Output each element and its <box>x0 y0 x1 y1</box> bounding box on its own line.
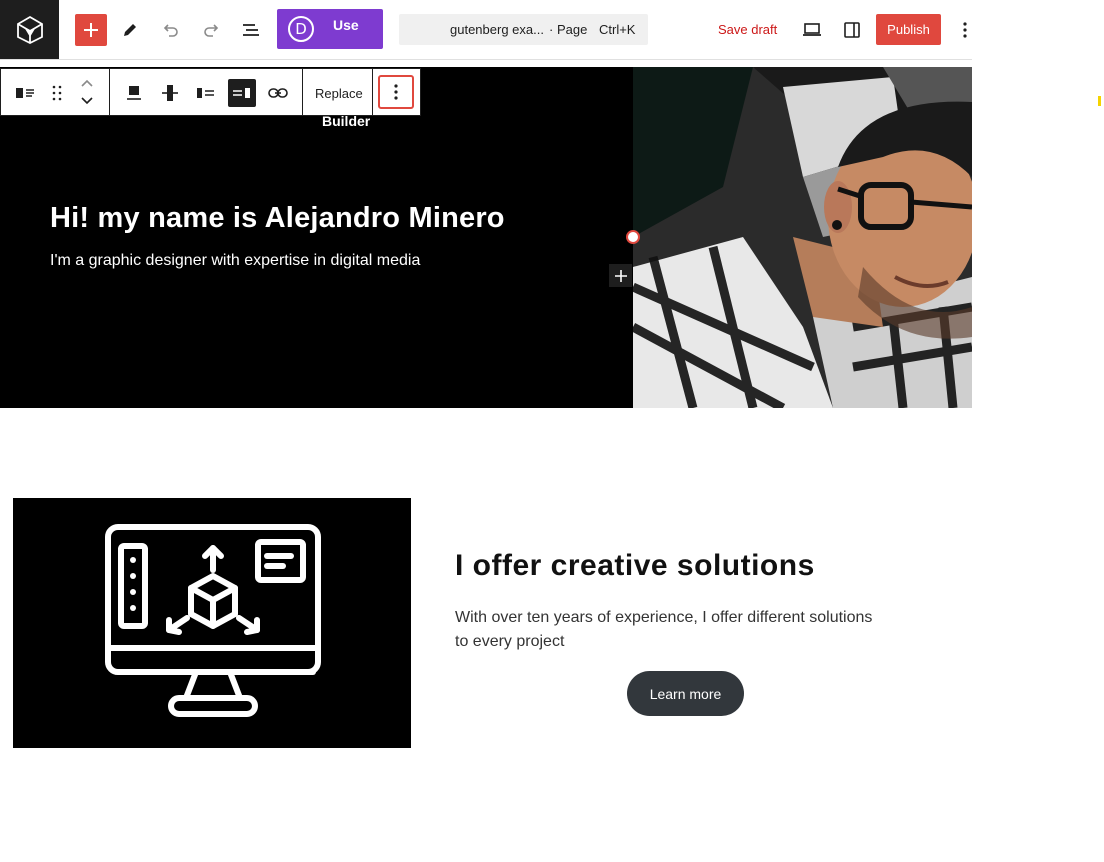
chevron-up-icon <box>81 79 93 87</box>
block-inserter-button[interactable] <box>609 264 632 287</box>
plus-icon <box>614 269 627 282</box>
divi-button-label: Use <box>333 17 359 33</box>
link-icon <box>268 88 288 98</box>
link-button[interactable] <box>264 79 292 107</box>
laptop-icon <box>803 23 821 36</box>
site-logo-button[interactable] <box>0 0 59 59</box>
block-inserter-toggle[interactable] <box>75 14 107 46</box>
document-type: · Page <box>549 22 588 37</box>
editor-app: Hi! my name is Alejandro Minero I'm a gr… <box>0 0 1104 862</box>
pencil-icon <box>124 24 136 36</box>
feature-image[interactable] <box>13 498 411 748</box>
block-toolbar-group-block <box>1 69 110 115</box>
publish-button[interactable]: Publish <box>876 14 941 45</box>
feature-text[interactable]: With over ten years of experience, I off… <box>455 606 875 654</box>
align-center-button[interactable] <box>156 79 184 107</box>
hero-title[interactable]: Hi! my name is Alejandro Minero <box>50 202 505 235</box>
preview-button[interactable] <box>796 14 828 46</box>
more-vertical-icon <box>394 84 398 100</box>
settings-sidebar-toggle[interactable] <box>836 14 868 46</box>
learn-more-button[interactable]: Learn more <box>627 671 744 716</box>
media-text-block-button[interactable] <box>11 79 39 107</box>
command-palette-button[interactable]: gutenberg exa... · Page Ctrl+K <box>399 14 648 45</box>
more-vertical-icon <box>963 22 967 38</box>
drag-handle-icon <box>52 85 62 101</box>
save-draft-button[interactable]: Save draft <box>718 22 777 37</box>
undo-icon <box>163 24 178 37</box>
replace-button-label[interactable]: Replace <box>315 86 363 101</box>
align-top-button[interactable] <box>120 79 148 107</box>
divi-logo-icon: D <box>288 16 314 42</box>
undo-button[interactable] <box>155 14 187 46</box>
hero-media-text-block[interactable]: Hi! my name is Alejandro Minero I'm a gr… <box>0 67 972 408</box>
chevron-down-icon <box>81 97 93 105</box>
divi-builder-button[interactable]: D Use <box>277 9 383 49</box>
pull-left-icon <box>197 88 214 98</box>
monitor-3d-icon <box>105 524 321 717</box>
editor-header: D Use gutenberg exa... · Page Ctrl+K Sav… <box>0 0 972 60</box>
media-text-icon <box>16 88 34 98</box>
align-top-icon <box>127 86 141 100</box>
portrait-photo[interactable] <box>633 67 972 408</box>
move-up-button[interactable] <box>73 75 101 91</box>
cube-logo-icon <box>16 15 43 44</box>
block-toolbar-group-alignment <box>110 69 303 115</box>
document-overview-button[interactable] <box>235 14 267 46</box>
tools-button[interactable] <box>114 14 146 46</box>
document-title: gutenberg exa... <box>450 22 544 37</box>
align-center-icon <box>162 85 178 101</box>
redo-icon <box>204 24 219 37</box>
media-left-button[interactable] <box>192 79 220 107</box>
redo-button[interactable] <box>195 14 227 46</box>
options-menu-button[interactable] <box>949 14 981 46</box>
sidebar-icon <box>844 22 860 38</box>
move-down-button[interactable] <box>73 93 101 109</box>
list-view-icon <box>243 24 259 36</box>
yellow-marker <box>1098 96 1101 106</box>
block-options-button[interactable] <box>378 75 414 109</box>
plus-icon <box>84 23 98 37</box>
feature-title[interactable]: I offer creative solutions <box>455 549 815 583</box>
drag-handle[interactable] <box>43 79 71 107</box>
pull-right-icon <box>233 88 250 98</box>
hero-subtitle[interactable]: I'm a graphic designer with expertise in… <box>50 252 420 270</box>
keyboard-shortcut: Ctrl+K <box>599 22 636 37</box>
media-right-button[interactable] <box>228 79 256 107</box>
resize-handle[interactable] <box>626 230 640 244</box>
